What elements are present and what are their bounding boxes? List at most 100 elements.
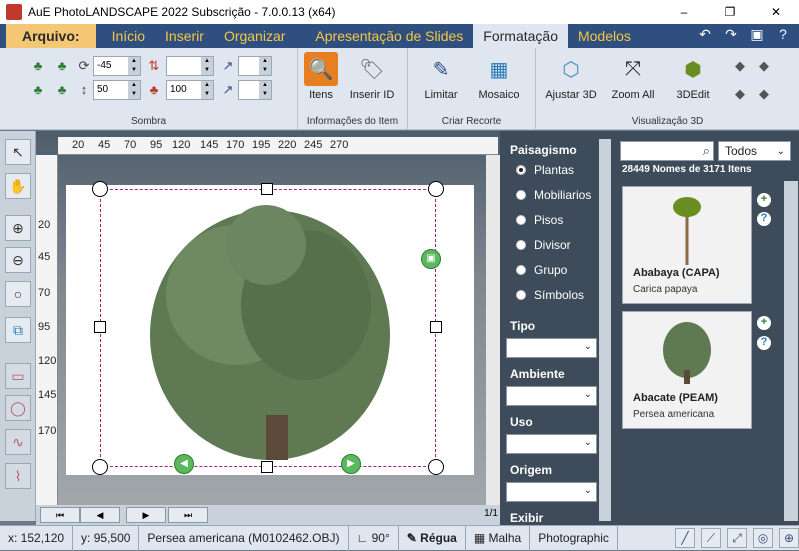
undo-icon[interactable]: ↶: [695, 26, 715, 43]
curve-draw-icon[interactable]: ∿: [5, 429, 31, 455]
chevron-down-icon: ⌄: [776, 146, 785, 157]
rotate-handle-br[interactable]: [428, 459, 444, 475]
status-regua[interactable]: ✎ Régua: [399, 525, 466, 551]
library-card[interactable]: Ababaya (CAPA) Carica papaya: [622, 186, 752, 304]
maximize-button[interactable]: ❐: [707, 0, 753, 24]
circle-tool-icon[interactable]: ○: [5, 281, 31, 307]
itens-button[interactable]: 🔍 Itens: [302, 52, 340, 101]
view-icon-3[interactable]: ◆: [732, 86, 748, 102]
ellipse-draw-icon[interactable]: ◯: [5, 395, 31, 421]
shadow-tree-icon-4[interactable]: ♣: [54, 82, 70, 98]
radio-grupo[interactable]: Grupo: [516, 263, 567, 277]
radio-mobiliarios[interactable]: Mobiliarios: [516, 188, 591, 202]
rect-draw-icon[interactable]: ▭: [5, 363, 31, 389]
pointer-tool-icon[interactable]: ↖: [5, 139, 31, 165]
rotate-icon[interactable]: ⟳: [76, 58, 92, 74]
menu-formatacao[interactable]: Formatação: [473, 24, 568, 48]
quadrant-snap-icon[interactable]: ⊕: [779, 528, 799, 548]
move-left-handle-icon[interactable]: ◀: [174, 454, 194, 474]
3d-edit-button[interactable]: ⬢ 3DEdit: [668, 52, 718, 102]
shadow-spinner-3[interactable]: ▲ ▼: [166, 56, 214, 76]
view-icon-4[interactable]: ◆: [756, 86, 772, 102]
radio-plantas[interactable]: Plantas: [516, 163, 574, 177]
info-icon[interactable]: ?: [757, 212, 771, 226]
status-angle[interactable]: ∟ 90°: [349, 525, 399, 551]
minimize-button[interactable]: –: [661, 0, 707, 24]
filter-dropdown[interactable]: Todos ⌄: [718, 141, 791, 161]
library-search-input[interactable]: ⌕: [620, 141, 714, 161]
radio-pisos[interactable]: Pisos: [516, 213, 563, 227]
menu-inicio[interactable]: Início: [102, 24, 155, 48]
shadow-tree-icon-3[interactable]: ♣: [30, 82, 46, 98]
shadow-opacity-icon[interactable]: ♣: [146, 82, 162, 98]
menu-modelos[interactable]: Modelos: [568, 24, 641, 48]
menu-inserir[interactable]: Inserir: [155, 24, 214, 48]
help-icon[interactable]: ?: [773, 26, 793, 43]
ajustar-3d-button[interactable]: ⬡ Ajustar 3D: [542, 52, 600, 102]
camera-handle-icon[interactable]: ▣: [421, 249, 441, 269]
zoom-window-icon[interactable]: ⧉: [5, 317, 31, 343]
point-snap-icon[interactable]: ⟋: [701, 528, 721, 548]
last-slide-button[interactable]: ⏭: [168, 507, 208, 523]
shadow-length-spinner[interactable]: 50 ▲ ▼: [93, 80, 141, 100]
search-icon[interactable]: ⌕: [703, 143, 710, 159]
radio-divisor[interactable]: Divisor: [516, 238, 571, 252]
rotate-handle-tr[interactable]: [428, 181, 444, 197]
status-malha[interactable]: ▦ Malha: [466, 525, 531, 551]
hand-tool-icon[interactable]: ✋: [5, 173, 31, 199]
shadow-spinner-5[interactable]: ▲ ▼: [238, 56, 272, 76]
next-slide-button[interactable]: ▶: [126, 507, 166, 523]
shadow-dir-icon-2[interactable]: ↗: [220, 82, 236, 98]
selection-box[interactable]: [100, 189, 436, 467]
close-button[interactable]: ✕: [753, 0, 799, 24]
end-snap-icon[interactable]: ⤢: [727, 528, 747, 548]
height-icon[interactable]: ↕: [76, 82, 92, 98]
shadow-tree-icon-2[interactable]: ♣: [54, 58, 70, 74]
prev-slide-button[interactable]: ◀: [80, 507, 120, 523]
shadow-flip-icon[interactable]: ⇅: [146, 58, 162, 74]
origem-dropdown[interactable]: ⌄: [506, 482, 597, 502]
inserir-id-button[interactable]: 🏷 Inserir ID: [344, 52, 400, 102]
view-icon-1[interactable]: ◆: [732, 58, 748, 74]
line-snap-icon[interactable]: ╱: [675, 528, 695, 548]
shadow-dir-icon[interactable]: ↗: [220, 58, 236, 74]
rotate-handle-bl[interactable]: [92, 459, 108, 475]
canvas-area[interactable]: 20 45 70 95 120 145 170 195 220 245 270 …: [36, 131, 500, 505]
shadow-tree-icon[interactable]: ♣: [30, 58, 46, 74]
add-icon[interactable]: +: [757, 193, 771, 207]
menu-organizar[interactable]: Organizar: [214, 24, 295, 48]
ambiente-dropdown[interactable]: ⌄: [506, 386, 597, 406]
rotate-handle-tl[interactable]: [92, 181, 108, 197]
info-icon[interactable]: ?: [757, 336, 771, 350]
add-icon[interactable]: +: [757, 316, 771, 330]
tipo-dropdown[interactable]: ⌄: [506, 338, 597, 358]
first-slide-button[interactable]: ⏮: [40, 507, 80, 523]
polyline-draw-icon[interactable]: ⌇: [5, 463, 31, 489]
view-icon-2[interactable]: ◆: [756, 58, 772, 74]
zoom-all-button[interactable]: ⤧ Zoom All: [606, 52, 660, 102]
resize-handle-left[interactable]: [94, 321, 106, 333]
zoom-in-icon[interactable]: ⊕: [5, 215, 31, 241]
center-snap-icon[interactable]: ◎: [753, 528, 773, 548]
menu-apresentacao[interactable]: Apresentação de Slides: [305, 24, 473, 48]
limitar-button[interactable]: ✎ Limitar: [420, 52, 462, 102]
redo-icon[interactable]: ↷: [721, 26, 741, 43]
radio-simbolos[interactable]: Símbolos: [516, 288, 584, 302]
zoom-out-icon[interactable]: ⊖: [5, 247, 31, 273]
resize-handle-bottom[interactable]: [261, 461, 273, 473]
canvas-vscroll[interactable]: [486, 155, 500, 505]
shadow-opacity-spinner[interactable]: 100 ▲ ▼: [166, 80, 214, 100]
resize-handle-right[interactable]: [430, 321, 442, 333]
shadow-spinner-6[interactable]: ▲ ▼: [238, 80, 272, 100]
uso-dropdown[interactable]: ⌄: [506, 434, 597, 454]
category-scrollbar[interactable]: [599, 139, 611, 521]
library-card[interactable]: Abacate (PEAM) Persea americana: [622, 311, 752, 429]
menu-file[interactable]: Arquivo:: [6, 24, 96, 48]
mosaico-button[interactable]: ▦ Mosaico: [474, 52, 524, 102]
resize-handle-top[interactable]: [261, 183, 273, 195]
status-mode[interactable]: Photographic: [530, 525, 618, 551]
shadow-angle-spinner[interactable]: -45 ▲ ▼: [93, 56, 141, 76]
library-scrollbar[interactable]: [784, 181, 798, 521]
move-right-handle-icon[interactable]: ▶: [341, 454, 361, 474]
save-icon[interactable]: ▣: [747, 26, 767, 43]
